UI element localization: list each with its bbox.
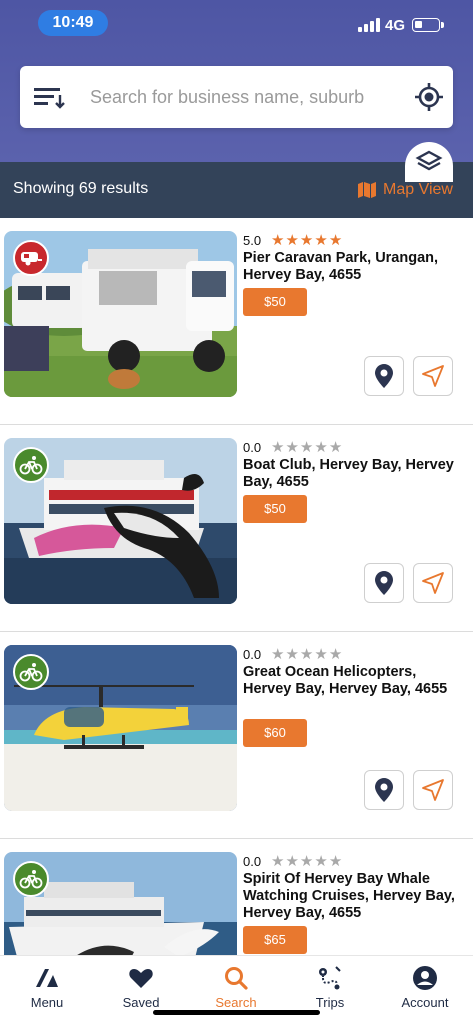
- search-icon: [225, 967, 248, 990]
- star-icon: ★: [314, 853, 328, 870]
- listing-photo[interactable]: [4, 852, 237, 955]
- star-icon: ★: [328, 853, 343, 870]
- rating-value: 0.0: [243, 854, 262, 869]
- map-pin-icon: [375, 364, 393, 388]
- map-icon: [358, 182, 376, 198]
- listing-photo[interactable]: [4, 645, 237, 811]
- listing-photo[interactable]: [4, 438, 237, 604]
- nav-label: Account: [401, 995, 449, 1010]
- star-rating: ★ ★ ★ ★ ★: [271, 854, 342, 869]
- app-header: 10:49 4G: [0, 0, 473, 162]
- nav-account[interactable]: Account: [385, 965, 465, 1010]
- listing-title[interactable]: Great Ocean Helicopters, Hervey Bay, Her…: [243, 664, 465, 698]
- directions-button[interactable]: [413, 356, 453, 396]
- directions-button[interactable]: [413, 770, 453, 810]
- results-bar: Showing 69 results Map View: [0, 162, 473, 218]
- nav-label: Menu: [30, 995, 64, 1010]
- star-icon: ★: [314, 232, 328, 249]
- results-count: Showing 69 results: [13, 180, 149, 197]
- account-icon: [413, 966, 437, 990]
- nav-label: Trips: [315, 995, 345, 1010]
- star-icon: ★: [271, 853, 285, 870]
- listing-card[interactable]: 5.0 ★ ★ ★ ★ ★ Pier Caravan Park, Urangan…: [0, 218, 473, 425]
- caravan-icon: [13, 240, 49, 276]
- directions-button[interactable]: [413, 563, 453, 603]
- star-icon: ★: [285, 439, 299, 456]
- nav-saved[interactable]: Saved: [101, 965, 181, 1010]
- star-icon: ★: [328, 646, 343, 663]
- star-icon: ★: [314, 646, 328, 663]
- route-icon: [319, 966, 341, 990]
- navigation-arrow-icon: [422, 365, 444, 387]
- rating-value: 0.0: [243, 647, 262, 662]
- star-icon: ★: [285, 853, 299, 870]
- listing-photo[interactable]: [4, 231, 237, 397]
- star-icon: ★: [285, 646, 299, 663]
- navigation-arrow-icon: [422, 779, 444, 801]
- map-pin-icon: [375, 778, 393, 802]
- rating-row: 0.0 ★ ★ ★ ★ ★: [243, 440, 342, 455]
- signal-icon: [358, 18, 380, 32]
- star-icon: ★: [299, 232, 314, 249]
- star-icon: ★: [299, 853, 314, 870]
- price-button[interactable]: $50: [243, 495, 307, 523]
- rating-row: 0.0 ★ ★ ★ ★ ★: [243, 647, 342, 662]
- star-icon: ★: [271, 232, 285, 249]
- listing-title[interactable]: Boat Club, Hervey Bay, Hervey Bay, 4655: [243, 457, 465, 491]
- map-pin-icon: [375, 571, 393, 595]
- price-button[interactable]: $65: [243, 926, 307, 954]
- star-icon: ★: [271, 439, 285, 456]
- rating-value: 5.0: [243, 233, 262, 248]
- star-icon: ★: [328, 439, 343, 456]
- listing-card[interactable]: 0.0 ★ ★ ★ ★ ★ Spirit Of Hervey Bay Whale…: [0, 839, 473, 955]
- star-rating: ★ ★ ★ ★ ★: [271, 440, 342, 455]
- listing-card[interactable]: 0.0 ★ ★ ★ ★ ★ Boat Club, Hervey Bay, Her…: [0, 425, 473, 632]
- nav-label: Search: [215, 995, 257, 1010]
- star-icon: ★: [299, 439, 314, 456]
- star-icon: ★: [271, 646, 285, 663]
- logo-icon: [36, 969, 58, 987]
- nav-search[interactable]: Search: [196, 965, 276, 1010]
- listing-title[interactable]: Pier Caravan Park, Urangan, Hervey Bay, …: [243, 250, 465, 284]
- locate-icon[interactable]: [414, 82, 444, 112]
- nav-trips[interactable]: Trips: [290, 965, 370, 1010]
- search-bar: [20, 66, 453, 128]
- layers-icon: [415, 150, 443, 171]
- star-rating: ★ ★ ★ ★ ★: [271, 233, 342, 248]
- star-icon: ★: [299, 646, 314, 663]
- cycling-icon: [13, 861, 49, 897]
- status-time: 10:49: [38, 10, 108, 36]
- cycling-icon: [13, 654, 49, 690]
- heart-icon: [129, 969, 153, 988]
- battery-icon: [412, 18, 444, 32]
- price-button[interactable]: $60: [243, 719, 307, 747]
- search-input[interactable]: [90, 82, 390, 112]
- location-button[interactable]: [364, 356, 404, 396]
- rating-row: 5.0 ★ ★ ★ ★ ★: [243, 233, 342, 248]
- listing-card[interactable]: 0.0 ★ ★ ★ ★ ★ Great Ocean Helicopters, H…: [0, 632, 473, 839]
- navigation-arrow-icon: [422, 572, 444, 594]
- star-icon: ★: [285, 232, 299, 249]
- map-view-button[interactable]: Map View: [357, 179, 453, 201]
- nav-label: Saved: [122, 995, 160, 1010]
- listing-title[interactable]: Spirit Of Hervey Bay Whale Watching Crui…: [243, 871, 465, 922]
- star-rating: ★ ★ ★ ★ ★: [271, 647, 342, 662]
- rating-value: 0.0: [243, 440, 262, 455]
- cycling-icon: [13, 447, 49, 483]
- star-icon: ★: [314, 439, 328, 456]
- network-label: 4G: [385, 17, 406, 34]
- sort-icon[interactable]: [34, 85, 66, 109]
- nav-menu[interactable]: Menu: [7, 965, 87, 1010]
- location-button[interactable]: [364, 770, 404, 810]
- map-view-label: Map View: [383, 181, 453, 198]
- rating-row: 0.0 ★ ★ ★ ★ ★: [243, 854, 342, 869]
- star-icon: ★: [328, 232, 343, 249]
- home-indicator[interactable]: [153, 1010, 320, 1015]
- status-bar: 10:49 4G: [0, 0, 473, 46]
- location-button[interactable]: [364, 563, 404, 603]
- price-button[interactable]: $50: [243, 288, 307, 316]
- layers-button[interactable]: [405, 142, 453, 182]
